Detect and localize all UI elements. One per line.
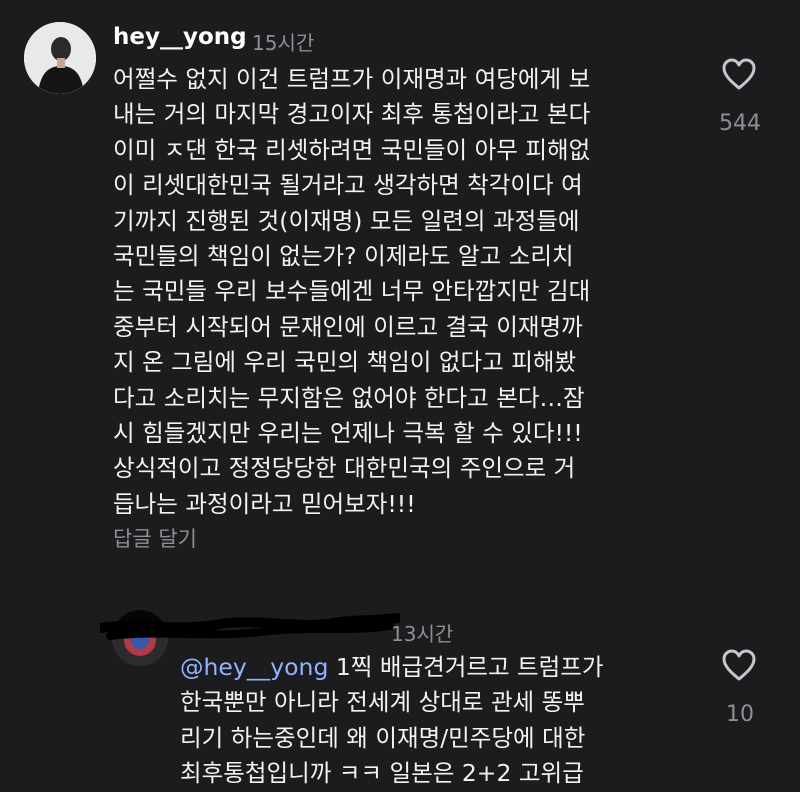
heart-outline-icon — [722, 58, 756, 90]
like-count: 544 — [719, 111, 761, 136]
reply-button[interactable]: 답글 달기 — [113, 523, 197, 553]
comment-timestamp: 15시간 — [252, 31, 315, 55]
like-button[interactable] — [721, 58, 757, 90]
person-portrait-icon — [24, 22, 96, 94]
comment-body: 어쩔수 없지 이건 트럼프가 이재명과 여당에게 보 내는 거의 마지막 경고이… — [113, 65, 591, 518]
comment-username[interactable]: hey__yong — [113, 24, 247, 50]
reply-like-button[interactable] — [721, 649, 757, 681]
commenter-avatar[interactable] — [24, 22, 96, 94]
reply-username-redacted — [100, 612, 400, 640]
scribble-redaction-icon — [100, 613, 400, 640]
reply-mention[interactable]: @hey__yong — [180, 653, 328, 681]
reply-body: @hey__yong 1찍 배급견거르고 트럼프가 한국뿐만 아니라 전세계 상… — [180, 650, 680, 792]
heart-outline-icon — [722, 649, 756, 681]
reply-timestamp: 13시간 — [391, 622, 454, 646]
reply-like-count: 10 — [726, 702, 754, 727]
